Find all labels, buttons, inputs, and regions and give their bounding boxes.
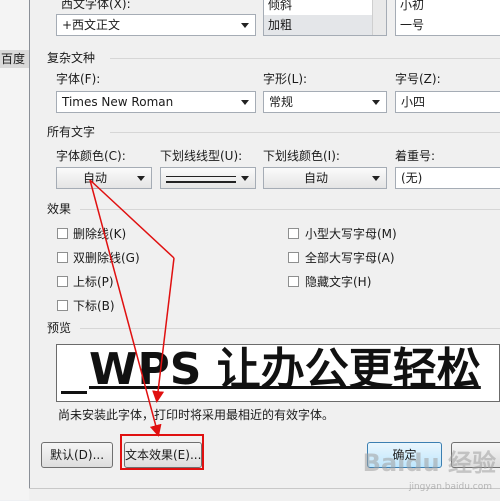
baidu-watermark: Baidu 经验	[362, 449, 496, 477]
western-font-value: +西文正文	[62, 18, 121, 32]
font-color-dropdown[interactable]: 自动	[56, 167, 152, 189]
highlight-box	[120, 434, 204, 470]
style-listbox[interactable]: 倾斜 加粗	[263, 0, 387, 36]
complex-size-label: 字号(Z):	[395, 72, 441, 86]
subscript-label: 下标(B)	[73, 299, 115, 313]
preview-group-label: 预览	[47, 321, 72, 335]
complex-font-combo[interactable]: Times New Roman	[56, 91, 256, 113]
underline-color-dropdown[interactable]: 自动	[263, 167, 387, 189]
chevron-down-icon	[241, 176, 249, 181]
complex-font-value: Times New Roman	[62, 95, 174, 109]
preview-underline-fragment	[61, 391, 87, 394]
chevron-down-icon	[241, 23, 249, 28]
chevron-down-icon	[137, 176, 145, 181]
all-caps-checkbox[interactable]	[288, 252, 299, 263]
western-font-combo[interactable]: +西文正文	[56, 14, 256, 36]
size-list-item[interactable]: 一号	[396, 15, 424, 35]
superscript-label: 上标(P)	[73, 275, 114, 289]
complex-size-combo[interactable]: 小四	[395, 91, 500, 113]
preview-note: 尚未安装此字体，打印时将采用最相近的有效字体。	[58, 408, 335, 422]
preview-sample-text: WPS 让办公更轻松	[89, 344, 481, 395]
underline-type-dropdown[interactable]	[160, 167, 256, 189]
background-window	[0, 0, 29, 500]
chevron-down-icon	[372, 100, 380, 105]
complex-style-combo[interactable]: 常规	[263, 91, 387, 113]
emphasis-combo[interactable]: (无)	[395, 167, 500, 189]
chevron-down-icon	[241, 100, 249, 105]
style-list-scrollbar[interactable]	[372, 0, 386, 35]
hidden-text-checkbox[interactable]	[288, 276, 299, 287]
small-caps-checkbox[interactable]	[288, 228, 299, 239]
superscript-checkbox[interactable]	[57, 276, 68, 287]
western-font-label: 西文字体(X):	[61, 0, 131, 11]
subscript-checkbox[interactable]	[57, 300, 68, 311]
group-divider	[80, 328, 500, 329]
hidden-text-label: 隐藏文字(H)	[305, 275, 372, 289]
preview-box: WPS 让办公更轻松	[56, 344, 500, 402]
all-caps-label: 全部大写字母(A)	[305, 251, 395, 265]
strikethrough-checkbox[interactable]	[57, 228, 68, 239]
baidu-watermark-url: jingyan.baidu.com	[408, 482, 492, 492]
double-strikethrough-label: 双删除线(G)	[73, 251, 140, 265]
emphasis-label: 着重号:	[395, 149, 436, 163]
style-list-item-selected[interactable]: 加粗	[264, 15, 374, 35]
strikethrough-label: 删除线(K)	[73, 227, 127, 241]
font-color-label: 字体颜色(C):	[56, 149, 126, 163]
size-listbox[interactable]: 小初 一号	[395, 0, 500, 36]
complex-style-label: 字形(L):	[263, 72, 308, 86]
emphasis-value: (无)	[401, 171, 423, 185]
group-divider	[110, 132, 500, 133]
underline-type-label: 下划线线型(U):	[160, 149, 243, 163]
chevron-down-icon	[372, 176, 380, 181]
effects-group-label: 效果	[47, 202, 72, 216]
complex-size-value: 小四	[401, 95, 426, 109]
size-list-item[interactable]: 小初	[396, 0, 424, 15]
group-divider	[80, 209, 500, 210]
small-caps-label: 小型大写字母(M)	[305, 227, 397, 241]
underline-type-sample	[166, 176, 236, 183]
background-baidu-text: 百度	[0, 50, 30, 68]
all-text-group-label: 所有文字	[47, 125, 96, 139]
underline-color-label: 下划线颜色(I):	[263, 149, 340, 163]
default-button[interactable]: 默认(D)...	[41, 442, 113, 468]
complex-style-value: 常规	[269, 95, 294, 109]
complex-script-group-label: 复杂文种	[47, 51, 96, 65]
complex-font-label: 字体(F):	[56, 72, 101, 86]
style-list-item[interactable]: 倾斜	[264, 0, 374, 15]
underline-color-value: 自动	[303, 171, 328, 185]
font-color-value: 自动	[82, 171, 107, 185]
double-strikethrough-checkbox[interactable]	[57, 252, 68, 263]
group-divider	[110, 58, 500, 59]
